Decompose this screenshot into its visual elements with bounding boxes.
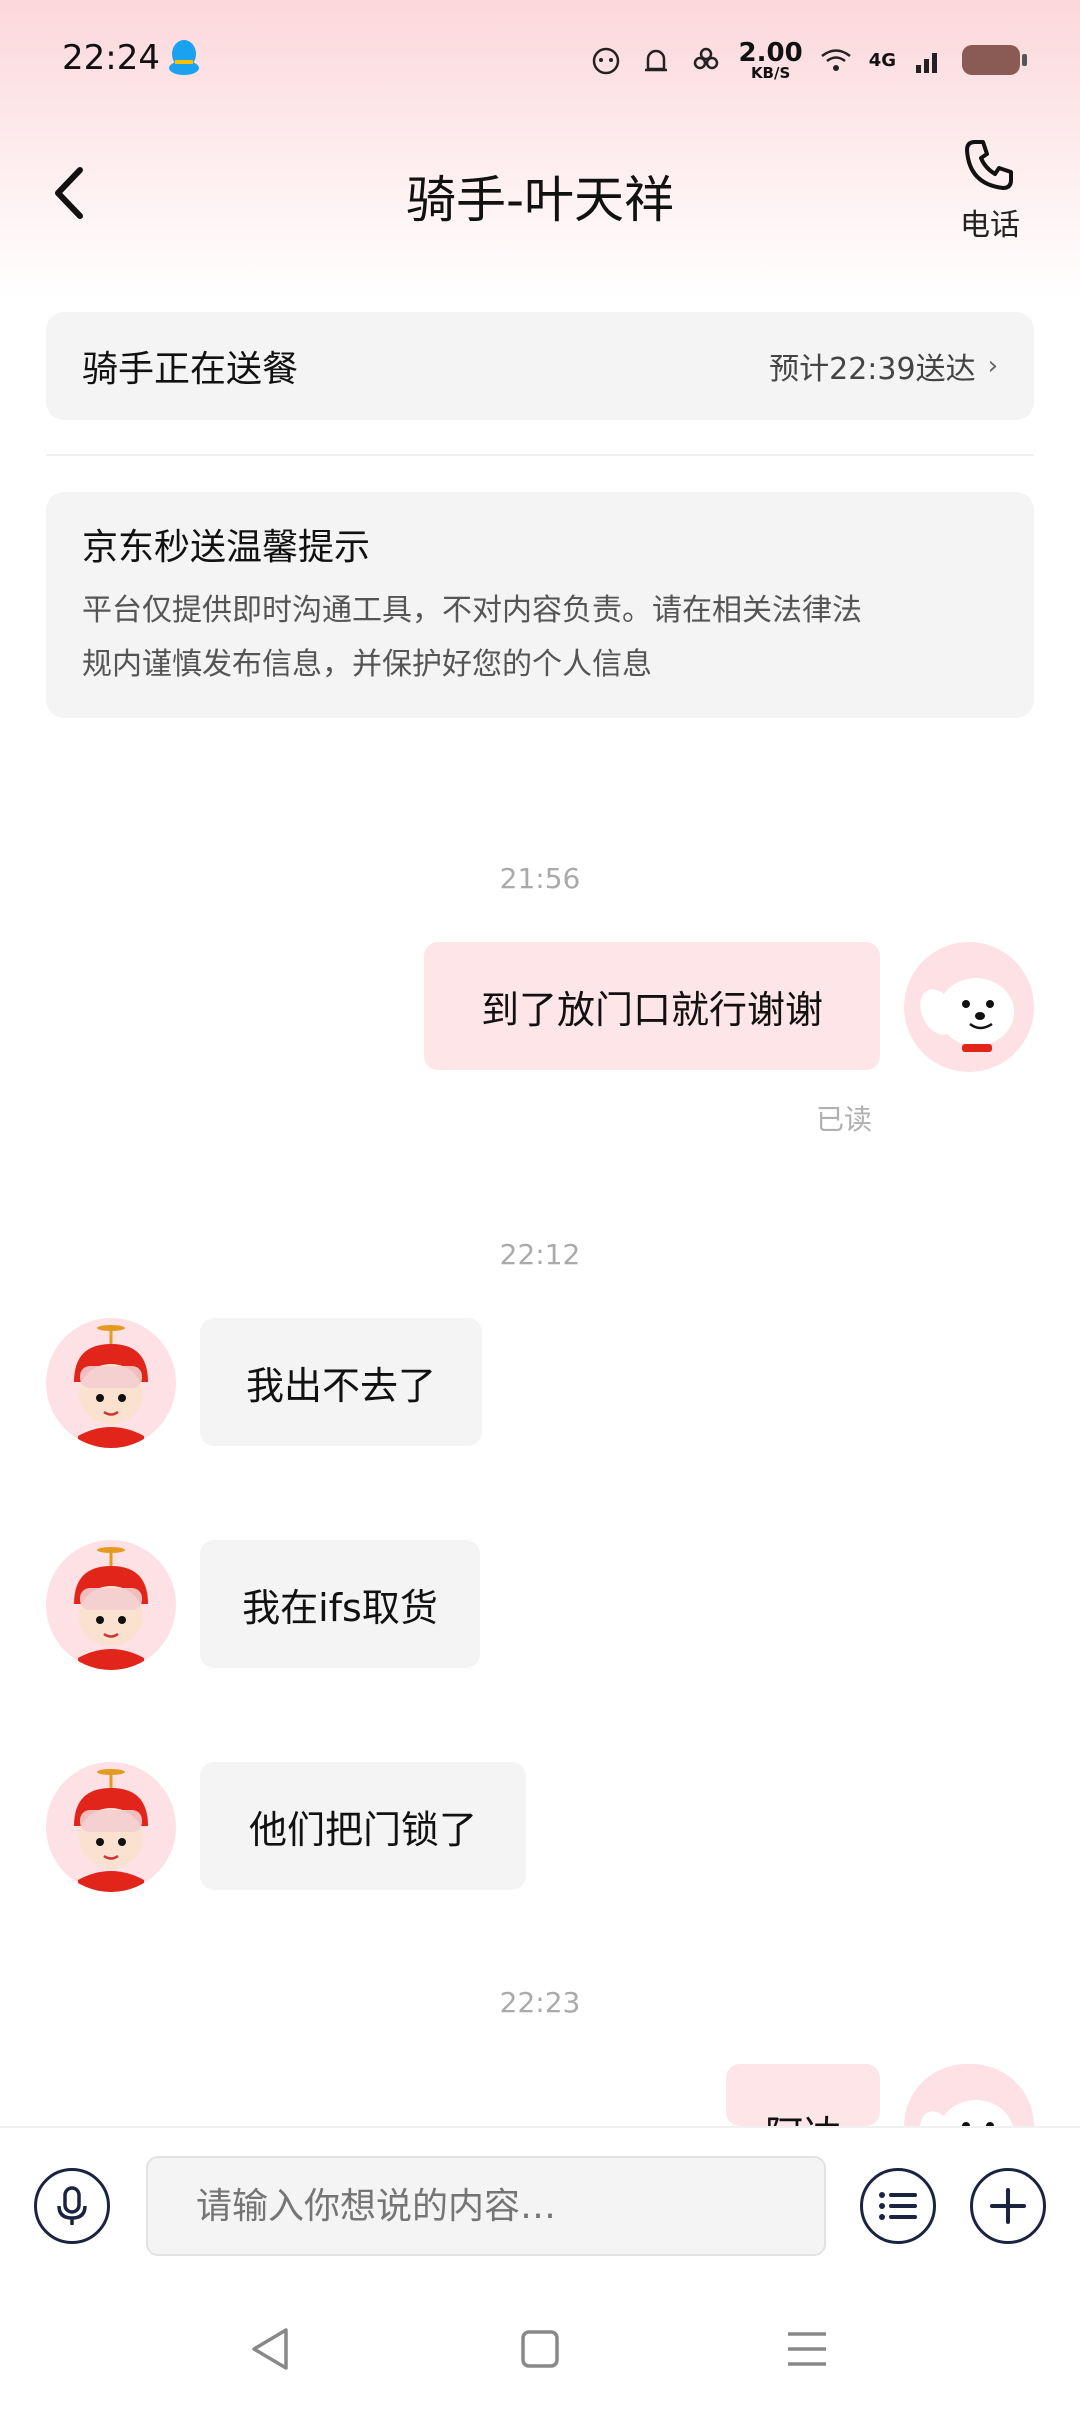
call-label: 电话 [960, 208, 1020, 243]
divider [46, 454, 1034, 456]
delivery-status-text: 骑手正在送餐 [82, 349, 299, 390]
signal-icon [916, 53, 937, 73]
message-bubble-incoming[interactable]: 我出不去了 [200, 1318, 482, 1446]
notice-card: 京东秒送温馨提示 平台仅提供即时沟通工具，不对内容负责。请在相关法律法 规内谨慎… [46, 492, 1034, 718]
signal-label: 4G [868, 49, 896, 71]
chevron-right-icon: › [987, 351, 998, 381]
user-avatar[interactable] [904, 942, 1034, 1072]
nav-menu-icon[interactable] [782, 2324, 832, 2374]
nav-home-icon[interactable] [515, 2324, 565, 2374]
status-bar: 22:24 2.00 KB/S 4G [0, 0, 1080, 120]
read-receipt: 已读 [816, 1103, 873, 1136]
call-button[interactable]: 电话 [950, 136, 1030, 246]
rider-mascot-icon [74, 1769, 148, 1892]
message-timestamp: 22:12 [499, 1238, 581, 1271]
notice-line-1: 平台仅提供即时沟通工具，不对内容负责。请在相关法律法 [82, 593, 862, 628]
user-avatar[interactable] [904, 2064, 1034, 2126]
rider-avatar[interactable] [46, 1318, 176, 1448]
battery-icon [962, 45, 1027, 75]
status-icons: 2.00 KB/S 4G [589, 30, 1027, 90]
message-timestamp: 21:56 [499, 862, 581, 895]
list-icon [879, 2192, 917, 2220]
notice-body: 平台仅提供即时沟通工具，不对内容负责。请在相关法律法 规内谨慎发布信息，并保护好… [82, 584, 998, 692]
notice-title: 京东秒送温馨提示 [82, 527, 371, 568]
phone-icon [965, 140, 1013, 190]
system-nav-bar [0, 2286, 1080, 2412]
quick-reply-button[interactable] [860, 2168, 936, 2244]
alarm-icon [644, 49, 667, 72]
rider-mascot-icon [74, 1325, 148, 1448]
voice-button[interactable] [34, 2168, 110, 2244]
message-bubble-outgoing[interactable]: 到了放门口就行谢谢 [424, 942, 880, 1070]
rider-avatar[interactable] [46, 1540, 176, 1670]
chat-header: 骑手-叶天祥 电话 [0, 120, 1080, 270]
notification-app-icon [592, 47, 619, 75]
dog-mascot-icon [920, 978, 1014, 1052]
message-bubble-incoming[interactable]: 他们把门锁了 [200, 1762, 526, 1890]
rider-mascot-icon [74, 1547, 148, 1670]
more-button[interactable] [970, 2168, 1046, 2244]
notice-line-2: 规内谨慎发布信息，并保护好您的个人信息 [82, 647, 652, 682]
network-speed: 2.00 KB/S [738, 37, 803, 82]
delivery-status-card[interactable]: 骑手正在送餐 预计22:39送达 › [46, 312, 1034, 420]
page-title: 骑手-叶天祥 [405, 171, 675, 229]
qq-icon [169, 40, 199, 75]
nav-back-icon[interactable] [246, 2324, 296, 2374]
message-input[interactable] [146, 2156, 826, 2256]
input-bar [0, 2126, 1080, 2286]
plus-icon [990, 2188, 1026, 2224]
dog-mascot-icon [920, 2100, 1013, 2126]
mic-icon [57, 2186, 87, 2225]
message-bubble-incoming[interactable]: 我在ifs取货 [200, 1540, 480, 1668]
wifi-icon [820, 49, 851, 71]
eta-text: 预计22:39送达 [769, 352, 976, 387]
rider-avatar[interactable] [46, 1762, 176, 1892]
message-bubble-outgoing[interactable]: 阿达 [726, 2064, 880, 2126]
eta-link[interactable]: 预计22:39送达 › [769, 344, 998, 388]
status-time: 22:24 [62, 38, 160, 78]
flower-icon [693, 47, 718, 70]
message-timestamp: 22:23 [499, 1986, 581, 2019]
